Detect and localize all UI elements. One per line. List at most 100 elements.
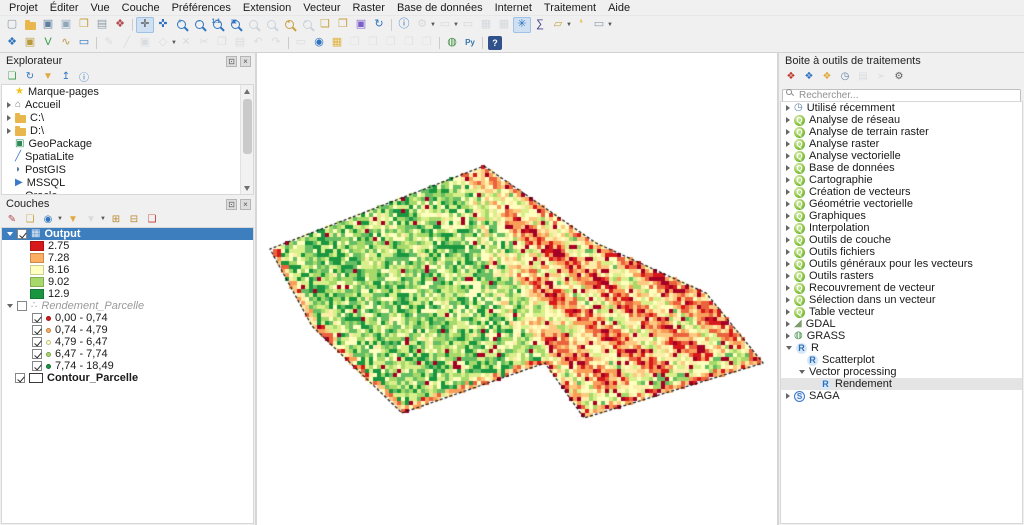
expand-right-icon[interactable] bbox=[786, 297, 790, 303]
toolbox-item-gdal[interactable]: ◢ GDAL bbox=[781, 318, 1022, 330]
new-spatial-bookmark-button[interactable]: ❑ bbox=[316, 17, 334, 33]
text-annotation-button[interactable]: ▭ bbox=[590, 17, 608, 33]
layer-class-item[interactable]: 0,74 - 4,79 bbox=[2, 324, 253, 336]
new-print-layout-button[interactable]: ▤ bbox=[93, 17, 111, 33]
layers-close-button[interactable]: × bbox=[240, 198, 251, 210]
browser-item-postgis[interactable]: ◗ PostGIS bbox=[2, 163, 253, 176]
expand-right-icon[interactable] bbox=[786, 117, 790, 123]
toolbox-item-selection-dans-un-vecteur[interactable]: Q Sélection dans un vecteur bbox=[781, 294, 1022, 306]
toolbox-item-outils-fichiers[interactable]: Q Outils fichiers bbox=[781, 246, 1022, 258]
toolbox-item-saga[interactable]: S SAGA bbox=[781, 390, 1022, 402]
browser-item-marque-pages[interactable]: ★ Marque-pages bbox=[2, 85, 253, 98]
menu-item-traitement[interactable]: Traitement bbox=[538, 2, 602, 14]
collapse-all-layers-button[interactable]: ⊟ bbox=[126, 212, 142, 226]
pan-map-button[interactable]: ✛ bbox=[136, 16, 154, 33]
menu-item-editer[interactable]: Éditer bbox=[44, 2, 85, 14]
class-checkbox[interactable] bbox=[32, 337, 42, 347]
layer-item-rendement-parcelle[interactable]: ∴ Rendement_Parcelle bbox=[2, 300, 253, 312]
manage-map-themes-button[interactable]: ◉ bbox=[40, 212, 56, 226]
r-scripts-button[interactable]: ❖ bbox=[819, 69, 835, 83]
layer-class-item[interactable]: 8.16 bbox=[2, 264, 253, 276]
expand-right-icon[interactable] bbox=[786, 141, 790, 147]
toolbox-item-outils-de-couche[interactable]: Q Outils de couche bbox=[781, 234, 1022, 246]
browser-item-geopackage[interactable]: ▣ GeoPackage bbox=[2, 137, 253, 150]
map-tips-button[interactable]: ❛ bbox=[572, 17, 590, 33]
browser-item-d[interactable]: D:\ bbox=[2, 124, 253, 137]
expand-down-icon[interactable] bbox=[7, 232, 13, 236]
zoom-native-button[interactable]: 1:1 bbox=[208, 17, 226, 33]
expand-right-icon[interactable] bbox=[786, 261, 790, 267]
toolbox-item-grass[interactable]: ◍ GRASS bbox=[781, 330, 1022, 342]
measure-button[interactable]: ▱ bbox=[549, 17, 567, 33]
browser-scrollbar[interactable] bbox=[240, 85, 253, 194]
zoom-last-button[interactable]: ◂ bbox=[280, 17, 298, 33]
browser-item-accueil[interactable]: ⌂ Accueil bbox=[2, 98, 253, 111]
remove-layer-button[interactable]: ❑ bbox=[144, 212, 160, 226]
open-layer-styling-button[interactable]: ✎ bbox=[4, 212, 20, 226]
toolbox-item-utilise-recemment[interactable]: ◷ Utilisé récemment bbox=[781, 102, 1022, 114]
scroll-down-icon[interactable] bbox=[241, 182, 253, 194]
layer-checkbox[interactable] bbox=[15, 373, 25, 383]
snapping-grid-button[interactable]: ▦ bbox=[328, 35, 346, 51]
toolbox-item-graphiques[interactable]: Q Graphiques bbox=[781, 210, 1022, 222]
class-checkbox[interactable] bbox=[32, 325, 42, 335]
layer-checkbox[interactable] bbox=[17, 229, 27, 239]
expand-right-icon[interactable] bbox=[786, 249, 790, 255]
toolbox-item-interpolation[interactable]: Q Interpolation bbox=[781, 222, 1022, 234]
expand-right-icon[interactable] bbox=[786, 225, 790, 231]
collapse-all-button[interactable]: ↥ bbox=[58, 69, 74, 83]
expand-right-icon[interactable] bbox=[786, 189, 790, 195]
class-checkbox[interactable] bbox=[32, 361, 42, 371]
show-bookmarks-button[interactable]: ❒ bbox=[334, 17, 352, 33]
filter-by-expression-dropdown-icon[interactable]: ▼ bbox=[100, 216, 106, 222]
expand-right-icon[interactable] bbox=[786, 333, 790, 339]
enable-properties-widget-button[interactable]: ⓘ bbox=[76, 69, 92, 84]
manage-map-themes-dropdown-icon[interactable]: ▼ bbox=[57, 216, 63, 222]
processing-toolbox-toggle-button[interactable]: ✳ bbox=[513, 16, 531, 33]
expand-all-button[interactable]: ⊞ bbox=[108, 212, 124, 226]
statistics-summary-button[interactable]: ∑ bbox=[531, 17, 549, 33]
layer-checkbox[interactable] bbox=[17, 301, 27, 311]
help-button[interactable]: ? bbox=[486, 35, 504, 51]
toolbox-item-creation-de-vecteurs[interactable]: Q Création de vecteurs bbox=[781, 186, 1022, 198]
filter-legend-button[interactable]: ▼ bbox=[65, 212, 81, 226]
save-project-button[interactable]: ▣ bbox=[39, 17, 57, 33]
expand-right-icon[interactable] bbox=[786, 285, 790, 291]
browser-item-spatialite[interactable]: ╱ SpatiaLite bbox=[2, 150, 253, 163]
class-checkbox[interactable] bbox=[32, 313, 42, 323]
layer-class-item[interactable]: 2.75 bbox=[2, 240, 253, 252]
zoom-in-button[interactable]: + bbox=[172, 17, 190, 33]
new-virtual-layer-button[interactable]: ▭ bbox=[75, 35, 93, 51]
python-console-button[interactable]: Py bbox=[461, 35, 479, 51]
menu-item-couche[interactable]: Couche bbox=[116, 2, 166, 14]
layer-class-item[interactable]: 7,74 - 18,49 bbox=[2, 360, 253, 372]
expand-right-icon[interactable] bbox=[786, 105, 790, 111]
browser-item-mssql[interactable]: ▶ MSSQL bbox=[2, 176, 253, 189]
layer-class-item[interactable]: 6,47 - 7,74 bbox=[2, 348, 253, 360]
toolbox-item-scatterplot[interactable]: R Scatterplot bbox=[781, 354, 1022, 366]
expand-right-icon[interactable] bbox=[7, 114, 11, 121]
expand-right-icon[interactable] bbox=[7, 101, 11, 108]
menu-item-projet[interactable]: Projet bbox=[3, 2, 44, 14]
new-project-button[interactable]: ▢ bbox=[3, 17, 21, 33]
history-button[interactable]: ◷ bbox=[837, 69, 853, 83]
menu-item-aide[interactable]: Aide bbox=[602, 2, 636, 14]
expand-right-icon[interactable] bbox=[7, 127, 11, 134]
expand-right-icon[interactable] bbox=[786, 177, 790, 183]
toolbox-item-r[interactable]: RR bbox=[781, 342, 1022, 354]
toolbox-item-outils-rasters[interactable]: Q Outils rasters bbox=[781, 270, 1022, 282]
browser-item-c[interactable]: C:\ bbox=[2, 111, 253, 124]
menu-item-base-de-donnees[interactable]: Base de données bbox=[391, 2, 489, 14]
toolbox-item-outils-generaux-pour-les-vecteurs[interactable]: Q Outils généraux pour les vecteurs bbox=[781, 258, 1022, 270]
expand-down-icon[interactable] bbox=[799, 370, 805, 374]
layer-class-item[interactable]: 9.02 bbox=[2, 276, 253, 288]
style-manager-button[interactable]: ❖ bbox=[111, 17, 129, 33]
toolbox-item-rendement[interactable]: R Rendement bbox=[781, 378, 1022, 390]
new-shapefile-layer-button[interactable]: V bbox=[39, 35, 57, 51]
toolbox-item-base-de-donnees[interactable]: Q Base de données bbox=[781, 162, 1022, 174]
map-raster-output[interactable] bbox=[257, 53, 777, 525]
data-source-manager-button[interactable]: ❖ bbox=[3, 35, 21, 51]
scripts-button[interactable]: ❖ bbox=[801, 69, 817, 83]
toolbox-item-analyse-de-terrain-raster[interactable]: Q Analyse de terrain raster bbox=[781, 126, 1022, 138]
new-geopackage-layer-button[interactable]: ▣ bbox=[21, 35, 39, 51]
